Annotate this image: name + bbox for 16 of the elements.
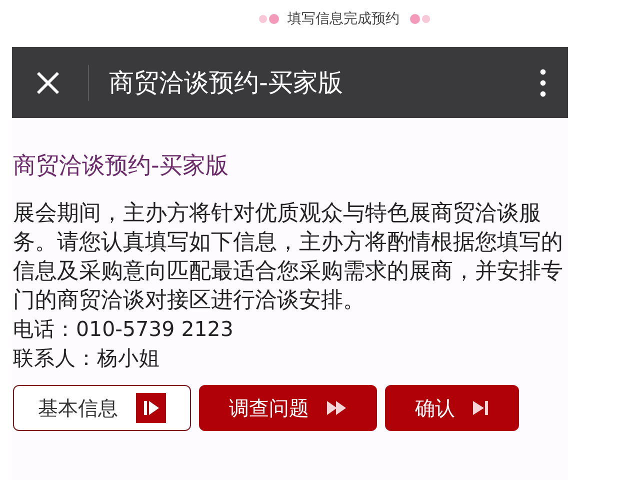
- dots-icon: [408, 13, 430, 25]
- header-title: 商贸洽谈预约-买家版: [109, 67, 344, 99]
- step-button[interactable]: 基本信息: [13, 385, 191, 431]
- more-icon[interactable]: [540, 68, 546, 96]
- step-button[interactable]: 确认: [385, 385, 519, 431]
- contact-text: 联系人：杨小姐: [13, 345, 161, 372]
- phone-text: 电话：010-5739 2123: [13, 316, 234, 343]
- caption: 填写信息完成预约: [288, 10, 400, 28]
- page-title: 商贸洽谈预约-买家版: [13, 152, 230, 181]
- close-icon[interactable]: [36, 70, 60, 94]
- step-button[interactable]: 调查问题: [199, 385, 377, 431]
- dots-icon: [258, 13, 280, 25]
- fast-forward-icon: [327, 401, 347, 415]
- skip-end-icon: [473, 401, 489, 415]
- description: 展会期间，主办方将针对优质观众与特色展商贸洽谈服务。请您认真填写如下信息，主办方将酌情根据您填写的信息及采购意向匹配最适合您采购需求的展商，并安排专门的商贸洽谈对接区进行洽谈安排。: [13, 200, 564, 315]
- play-icon: [136, 393, 166, 423]
